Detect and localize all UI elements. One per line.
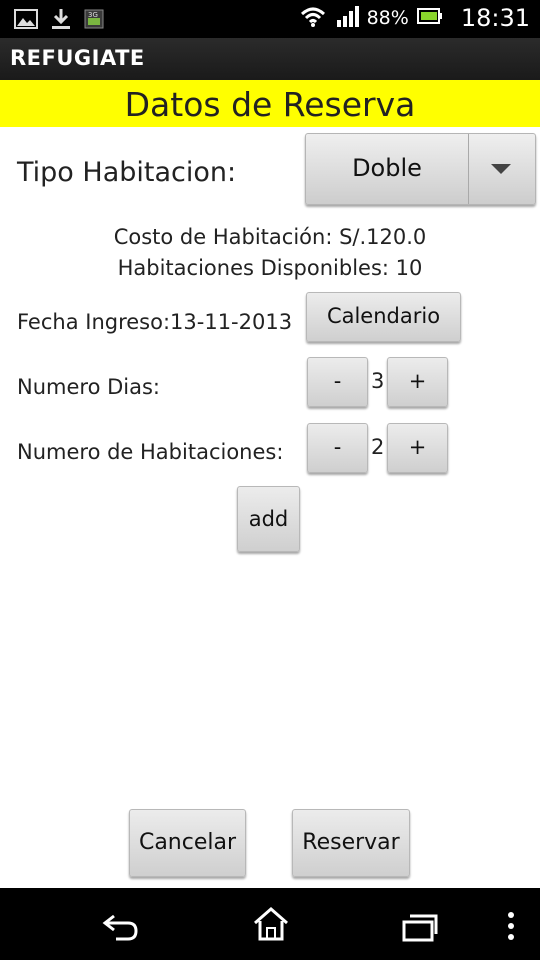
download-icon	[50, 7, 72, 35]
tipo-habitacion-value: Doble	[352, 154, 422, 182]
calendario-button[interactable]: Calendario	[306, 292, 461, 342]
wifi-icon	[299, 4, 327, 32]
app-notification-icon: 3G	[84, 9, 104, 33]
action-bar: REFUGIATE	[0, 38, 540, 80]
dropdown-arrow-icon[interactable]	[491, 164, 511, 174]
overflow-menu-icon[interactable]	[506, 910, 516, 946]
page-title: Datos de Reserva	[124, 85, 416, 124]
habitaciones-minus-button[interactable]: -	[307, 423, 368, 473]
costo-habitacion: Costo de Habitación: S/.120.0	[113, 225, 427, 249]
status-bar: 3G 88% 18:31	[0, 0, 540, 38]
battery-percent: 88%	[366, 7, 409, 29]
spinner-divider	[468, 134, 469, 204]
back-icon[interactable]	[102, 912, 140, 946]
gallery-icon	[14, 8, 38, 34]
recent-apps-icon[interactable]	[402, 912, 438, 946]
navigation-bar	[0, 888, 540, 960]
app-title: REFUGIATE	[10, 46, 145, 70]
dias-minus-button[interactable]: -	[307, 357, 368, 407]
numero-dias-label: Numero Dias:	[17, 375, 160, 399]
home-icon[interactable]	[252, 906, 290, 946]
svg-text:3G: 3G	[88, 11, 98, 19]
habitaciones-plus-button[interactable]: +	[387, 423, 448, 473]
habitaciones-value: 2	[371, 435, 385, 459]
cancel-button[interactable]: Cancelar	[129, 809, 246, 877]
reserve-button[interactable]: Reservar	[292, 809, 410, 877]
battery-icon	[416, 6, 443, 30]
add-button[interactable]: add	[237, 486, 300, 552]
page-header: Datos de Reserva	[0, 80, 540, 127]
fecha-ingreso-label: Fecha Ingreso:13-11-2013	[17, 310, 293, 334]
clock: 18:31	[460, 4, 530, 32]
tipo-habitacion-spinner[interactable]: Doble	[305, 133, 536, 205]
dias-plus-button[interactable]: +	[387, 357, 448, 407]
habitaciones-disponibles: Habitaciones Disponibles: 10	[117, 256, 423, 280]
signal-icon	[335, 4, 359, 32]
numero-habitaciones-label: Numero de Habitaciones:	[17, 440, 284, 464]
dias-value: 3	[371, 369, 385, 393]
tipo-habitacion-label: Tipo Habitacion:	[17, 157, 237, 188]
